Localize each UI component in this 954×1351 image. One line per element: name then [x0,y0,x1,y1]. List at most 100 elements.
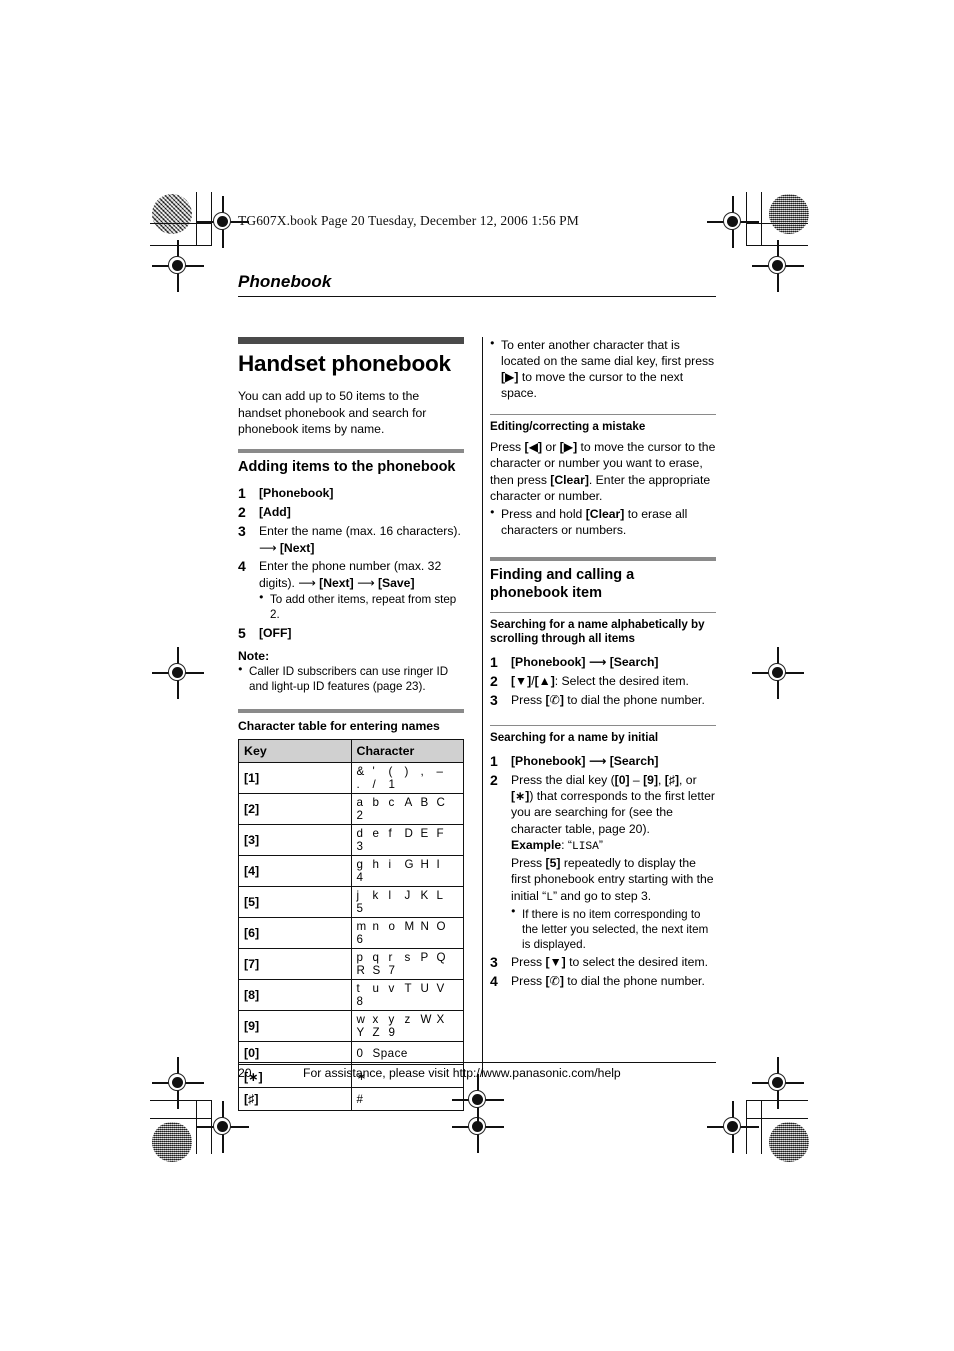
intro-paragraph: You can add up to 50 items to the handse… [238,389,427,437]
table-cell-key: [3] [238,824,352,857]
table-row: [7] p q r s P QR S 7 [238,948,464,981]
adding-steps-list: 1 [Phonebook] 2 [Add] 3 Enter the name (… [238,485,464,641]
bullet-item: Caller ID subscribers can use ringer ID … [238,664,464,694]
step-text: [Phonebook] ⟶ [Search] [511,654,659,669]
section-bar-finding [490,557,716,562]
subsection-title-alphabetical: Searching for a name alphabetically by s… [490,617,705,646]
table-cell-key: [7] [238,948,352,981]
step-text: Press [✆] to dial the phone number. [511,692,705,707]
example-label: Example [511,837,562,852]
example-instruction: Press [5] repeatedly to display the firs… [511,855,716,906]
page-content: Phonebook Handset phonebook You can add … [238,272,716,1112]
trim-line-tl-v1 [196,192,198,246]
registration-mark-upper-right-inner [752,240,804,292]
step-number: 4 [238,558,246,575]
table-cell-key: [2] [238,793,352,826]
step-number: 2 [490,672,498,689]
step-number: 2 [490,771,498,788]
rule-sub2 [490,724,716,727]
step-item: 3 Press [✆] to dial the phone number. [490,692,716,708]
footer-assistance-text: For assistance, please visit http://www.… [303,1066,621,1080]
step-item: 2 Press the dial key ([0] – [9], [♯], or… [490,772,716,952]
step-bullets: To add other items, repeat from step 2. [259,592,464,622]
example-body-post: ” and go to step 3. [552,888,652,903]
trim-line-bl-h2 [150,1118,212,1120]
character-table: Key Character [1] & '(), –./1 [2] a b c A B C2 … [238,739,464,1112]
trim-line-br-h2 [746,1118,808,1120]
table-cell-characters: # [350,1087,464,1112]
step-number: 4 [490,973,498,990]
halftone-circle-bottom-right [769,1122,809,1162]
step-number: 3 [490,954,498,971]
footer-rule [238,1062,716,1064]
registration-mark-bottom-right [707,1101,759,1153]
subsection-title-editing: Editing/correcting a mistake [490,420,646,434]
trim-line-bl-h1 [150,1100,212,1102]
step-item: 2 [▼]/[▲]: Select the desired item. [490,673,716,689]
step-text: Press [✆] to dial the phone number. [511,974,705,989]
running-head: Phonebook [238,272,332,291]
step-item: 3 Enter the name (max. 16 characters). ⟶… [238,523,464,556]
alphabetical-steps-list: 1 [Phonebook] ⟶ [Search] 2 [▼]/[▲]: Sele… [490,654,716,708]
halftone-circle-top-right [769,194,809,234]
table-cell-characters: g h i G H I4 [350,855,464,888]
table-cell-key: [♯] [238,1087,352,1112]
example-colon: : “ [561,837,572,852]
step-item: 4 Press [✆] to dial the phone number. [490,973,716,989]
left-column: Handset phonebook You can add up to 50 i… [238,337,464,1112]
step-text: [Phonebook] ⟶ [Search] [511,753,659,768]
table-cell-key: [1] [238,762,352,795]
table-cell-characters: a b c A B C2 [350,793,464,826]
table-cell-characters: m n o M N O6 [350,917,464,950]
section-bar-chartable [238,709,464,714]
table-cell-key: [8] [238,979,352,1012]
section-title-finding: Finding and calling a phonebook item [490,567,635,601]
registration-mark-lower-right-inner [752,1057,804,1109]
table-cell-key: [6] [238,917,352,950]
table-cell-key: [4] [238,855,352,888]
step-bullets: If there is no item corresponding to the… [511,906,716,952]
trim-line-tl-h1 [150,223,212,225]
note-label: Note: [238,649,270,664]
step-number: 3 [490,691,498,708]
editing-bullets: Press and hold [Clear] to erase all char… [490,507,716,539]
table-cell-characters: t u v T U V8 [350,979,464,1012]
table-row: [9] w x y z W XY Z 9 [238,1010,464,1043]
halftone-circle-top-left [152,194,192,234]
step-text: Press the dial key ([0] – [9], [♯], or [… [511,772,715,836]
note-bullets: Caller ID subscribers can use ringer ID … [238,664,464,694]
registration-mark-top-center [452,1074,504,1126]
step-text: [Add] [259,505,291,520]
book-header-line: TG607X.book Page 20 Tuesday, December 12… [238,213,579,228]
table-row: [8] t u v T U V8 [238,979,464,1012]
step-number: 2 [238,504,246,521]
section-bar-adding [238,448,464,453]
rule-sub1 [490,611,716,613]
table-cell-key: [9] [238,1010,352,1043]
table-row: [4] g h i G H I4 [238,855,464,888]
step-item: 2 [Add] [238,504,464,520]
bullet-item: To add other items, repeat from step 2. [259,592,464,622]
step-item: 4 Enter the phone number (max. 32 digits… [238,558,464,622]
table-row: [1] & '(), –./1 [238,762,464,795]
step-item: 1 [Phonebook] ⟶ [Search] [490,654,716,670]
trim-line-tr-v2 [761,192,763,246]
example-quote-close: ” [598,837,603,852]
table-cell-characters: & '(), –./1 [350,762,464,795]
top-bullets: To enter another character that is locat… [490,338,716,401]
example-block: Example: “LISA” [511,837,716,855]
bullet-item: Press and hold [Clear] to erase all char… [490,507,716,539]
registration-mark-mid-right [752,647,804,699]
table-cell-key: [5] [238,886,352,919]
step-number: 5 [238,624,246,641]
step-text: [OFF] [259,625,292,640]
step-text: Enter the phone number (max. 32 digits).… [259,559,442,590]
example-value: LISA [571,840,599,853]
column-header-character: Character [350,739,464,764]
step-number: 1 [490,752,498,769]
registration-mark-top-left [197,196,249,248]
step-number: 1 [238,485,246,502]
step-number: 1 [490,653,498,670]
initial-steps-list: 1 [Phonebook] ⟶ [Search] 2 Press the dia… [490,753,716,990]
table-header-row: Key Character [238,739,464,764]
